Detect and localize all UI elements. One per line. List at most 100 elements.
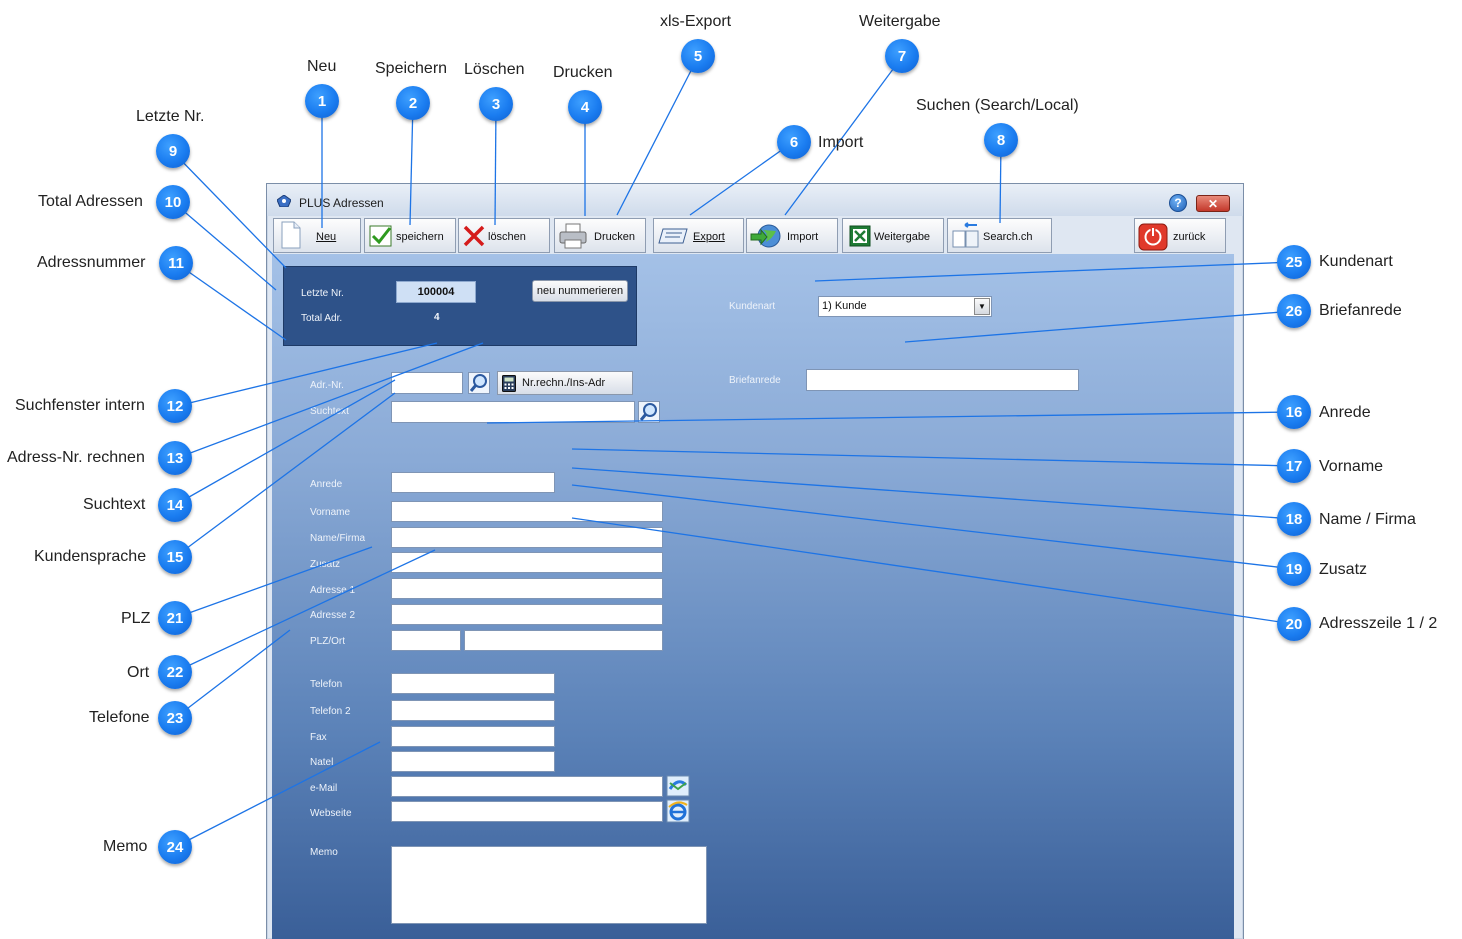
telefon2-label: Telefon 2 [310,706,351,717]
letzte-nr-value: 100004 [396,281,476,303]
app-icon [277,195,291,207]
suchtext-field[interactable] [391,401,635,423]
browser-icon[interactable] [666,799,690,823]
search-ch-label: Search.ch [983,231,1033,243]
form-area: Letzte Nr. 100004 Total Adr. 4 neu numme… [272,254,1234,939]
callout-badge-22: 22 [158,655,192,689]
memo-field[interactable] [391,846,707,924]
callout-badge-9: 9 [156,134,190,168]
export-label: Export [693,231,725,243]
zusatz-field[interactable] [391,552,663,573]
callout-badge-2: 2 [396,86,430,120]
callout-badge-17: 17 [1277,449,1311,483]
callout-label-17: Vorname [1319,458,1384,475]
callout-badge-26: 26 [1277,294,1311,328]
callout-badge-18: 18 [1277,502,1311,536]
email-field[interactable] [391,776,663,797]
info-panel: Letzte Nr. 100004 Total Adr. 4 neu numme… [283,266,637,346]
export-button[interactable]: Export [653,218,744,253]
callout-label-11: Adressnummer [37,254,146,271]
checkmark-icon [369,225,392,247]
callout-badge-16: 16 [1277,395,1311,429]
speichern-label: speichern [396,231,444,243]
callout-label-19: Zusatz [1319,561,1368,578]
callout-label-21: PLZ [121,610,151,627]
loeschen-button[interactable]: löschen [458,218,550,253]
memo-label: Memo [310,847,338,858]
export-icon [658,228,688,244]
callout-label-3: Löschen [464,61,525,78]
telefon-field[interactable] [391,673,555,694]
callout-badge-8: 8 [984,123,1018,157]
telefon2-field[interactable] [391,700,555,721]
delete-x-icon [463,225,485,247]
neu-label: Neu [316,231,337,243]
adresse1-label: Adresse 1 [310,585,356,596]
webseite-label: Webseite [310,808,352,819]
callout-label-5: xls-Export [660,13,732,30]
search-local-icon [952,222,979,248]
import-button[interactable]: Import [746,218,838,253]
callout-label-1: Neu [307,58,337,75]
plz-ort-label: PLZ/Ort [310,636,346,647]
callout-label-15: Kundensprache [34,548,147,565]
nr-rechnen-label: Nr.rechn./Ins-Adr [522,377,606,389]
ort-field[interactable] [464,630,663,651]
adresse1-field[interactable] [391,578,663,599]
adr-nr-field[interactable] [391,372,463,394]
nr-rechnen-button[interactable]: Nr.rechn./Ins-Adr [497,371,633,395]
help-icon[interactable]: ? [1169,194,1187,212]
weitergabe-button[interactable]: Weitergabe [842,218,944,253]
fax-label: Fax [310,732,327,743]
total-adr-label: Total Adr. [301,313,343,324]
title-bar: PLUS Adressen ? ✕ [267,184,1243,216]
window-title: PLUS Adressen [299,196,384,210]
vorname-label: Vorname [310,507,351,518]
zurueck-button[interactable]: zurück [1134,218,1226,253]
adresse2-label: Adresse 2 [310,610,356,621]
suchtext-magnifier-icon[interactable] [638,401,660,423]
power-icon [1138,223,1168,251]
kundenart-value: 1) Kunde [822,300,867,312]
callout-label-26: Briefanrede [1319,302,1402,319]
drucken-button[interactable]: Drucken [554,218,646,253]
webseite-field[interactable] [391,801,663,822]
plus-adressen-window: PLUS Adressen ? ✕ Neu speichern löschen … [266,183,1244,939]
natel-label: Natel [310,757,334,768]
callout-badge-13: 13 [158,441,192,475]
kundenart-label: Kundenart [729,301,776,312]
send-email-icon[interactable] [666,775,690,797]
callout-badge-25: 25 [1277,245,1311,279]
vorname-field[interactable] [391,501,663,522]
callout-label-2: Speichern [375,60,448,77]
callout-label-8: Suchen (Search/Local) [916,97,1079,114]
name-firma-field[interactable] [391,527,663,548]
anrede-label: Anrede [310,479,343,490]
speichern-button[interactable]: speichern [364,218,456,253]
callout-badge-3: 3 [479,87,513,121]
neu-nummerieren-button[interactable]: neu nummerieren [532,280,628,302]
callout-badge-7: 7 [885,39,919,73]
zurueck-label: zurück [1173,231,1206,243]
callout-label-22: Ort [127,664,150,681]
close-button[interactable]: ✕ [1196,195,1230,212]
anrede-field[interactable] [391,472,555,493]
neu-button[interactable]: Neu [273,218,361,253]
callout-badge-19: 19 [1277,552,1311,586]
natel-field[interactable] [391,751,555,772]
briefanrede-label: Briefanrede [729,375,781,386]
adresse2-field[interactable] [391,604,663,625]
callout-badge-10: 10 [156,185,190,219]
printer-icon [559,223,587,249]
callout-badge-12: 12 [158,389,192,423]
callout-badge-11: 11 [159,246,193,280]
callout-badge-14: 14 [158,488,192,522]
chevron-down-icon[interactable]: ▼ [974,298,990,315]
search-window-magnifier-icon[interactable] [468,372,490,394]
fax-field[interactable] [391,726,555,747]
search-ch-button[interactable]: Search.ch [947,218,1052,253]
callout-label-6: Import [818,134,864,151]
kundenart-select[interactable]: 1) Kunde ▼ [818,296,992,317]
plz-field[interactable] [391,630,461,651]
briefanrede-field[interactable] [806,369,1079,391]
